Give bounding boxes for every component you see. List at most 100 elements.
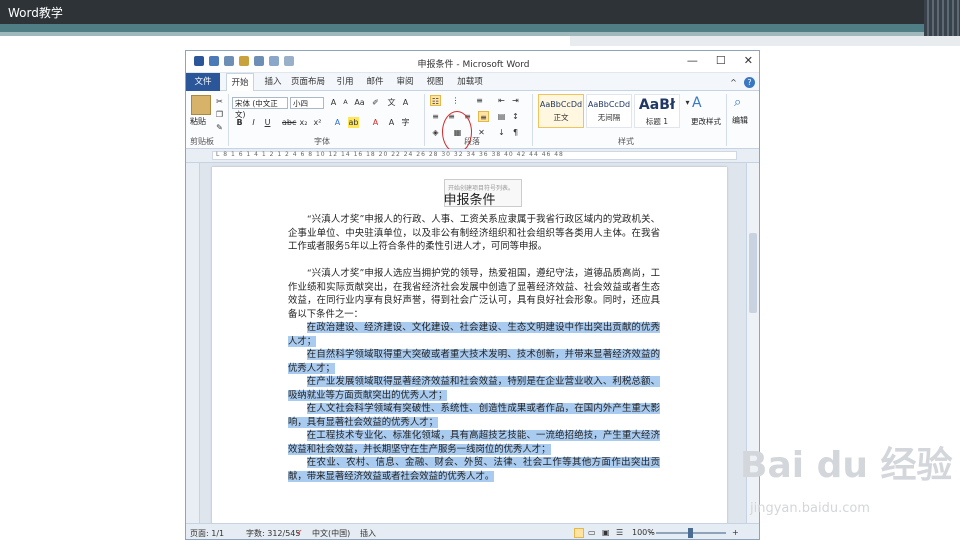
font-color-icon[interactable]: A xyxy=(370,117,381,128)
minimize-button[interactable]: — xyxy=(687,54,698,67)
watermark-brand: Bai du 经验 xyxy=(740,445,953,486)
paragraph-selected[interactable]: 在工程技术专业化、标准化领域，具有高超技艺技能、一流绝招绝技，产生重大经济效益和… xyxy=(288,429,660,456)
bullets-icon[interactable]: ☷ xyxy=(430,95,441,106)
ribbon-tabs: 文件 开始 插入 页面布局 引用 邮件 审阅 视图 加载项 ^ ? xyxy=(186,73,759,92)
window-controls: — ☐ ✕ xyxy=(687,54,753,67)
selected-text: 在自然科学领域取得重大突破或者重大技术发明、技术创新，并带来显著经济效益的优秀人… xyxy=(288,349,660,374)
minimize-ribbon-icon[interactable]: ^ xyxy=(728,77,739,88)
bold-icon[interactable]: B xyxy=(234,117,245,128)
format-painter-icon[interactable]: ✎ xyxy=(214,122,225,133)
distributed-icon[interactable]: ▤ xyxy=(496,111,507,122)
tab-references[interactable]: 引用 xyxy=(332,73,358,91)
word-count[interactable]: 字数: 312/545 xyxy=(246,528,300,539)
insert-mode[interactable]: 插入 xyxy=(360,528,376,539)
paragraph-selected[interactable]: 在人文社会科学领域有突破性、系统性、创造性成果或者作品，在国内外产生重大影响，具… xyxy=(288,402,660,429)
char-border-icon[interactable]: A xyxy=(400,97,411,108)
decrease-indent-icon[interactable]: ⇤ xyxy=(496,95,507,106)
tab-review[interactable]: 审阅 xyxy=(392,73,418,91)
font-name-combo[interactable]: 宋体 (中文正文) xyxy=(232,97,288,119)
tab-file[interactable]: 文件 xyxy=(186,73,220,91)
paragraph-selected[interactable]: 在自然科学领域取得重大突破或者重大技术发明、技术创新，并带来显著经济效益的优秀人… xyxy=(288,348,660,375)
zoom-out-icon[interactable]: − xyxy=(648,528,655,537)
line-spacing-icon[interactable]: ↕ xyxy=(510,111,521,122)
paragraph-text: “兴滇人才奖”申报人的行政、人事、工资关系应隶属于我省行政区域内的党政机关、企事… xyxy=(288,214,660,253)
multilevel-list-icon[interactable]: ≡ xyxy=(474,95,485,106)
style-heading-1[interactable]: AaBł 标题 1 xyxy=(634,94,680,128)
tab-addins[interactable]: 加载项 xyxy=(452,73,488,91)
sort-icon[interactable]: ↓ xyxy=(496,127,507,138)
paragraph-selected[interactable]: 在农业、农村、信息、金融、财会、外贸、法律、社会工作等其他方面作出突出贡献，带来… xyxy=(288,456,660,483)
highlight-icon[interactable]: ab xyxy=(348,117,359,128)
char-shading-icon[interactable]: A xyxy=(386,117,397,128)
style-name: 正文 xyxy=(553,113,569,122)
zoom-in-icon[interactable]: + xyxy=(732,528,739,537)
grow-font-icon[interactable]: A xyxy=(328,97,339,108)
vertical-ruler[interactable] xyxy=(186,163,200,523)
show-marks-icon[interactable]: ¶ xyxy=(510,127,521,138)
cut-icon[interactable]: ✂ xyxy=(214,96,225,107)
editing-button[interactable]: 编辑 xyxy=(732,115,748,126)
change-case-icon[interactable]: Aa xyxy=(354,97,365,108)
full-screen-reading-icon[interactable]: ▭ xyxy=(588,528,596,537)
change-styles-icon[interactable]: A xyxy=(692,95,702,111)
increase-indent-icon[interactable]: ⇥ xyxy=(510,95,521,106)
enclose-char-icon[interactable]: 字 xyxy=(400,117,411,128)
tab-insert[interactable]: 插入 xyxy=(258,73,288,91)
style-name: 无间隔 xyxy=(597,113,621,122)
clear-format-icon[interactable]: ✐ xyxy=(370,97,381,108)
subscript-icon[interactable]: x₂ xyxy=(298,117,309,128)
paragraph-selected[interactable]: 在产业发展领域取得显著经济效益和社会效益，特别是在企业营业收入、利税总额、吸纳就… xyxy=(288,375,660,402)
superscript-icon[interactable]: x² xyxy=(312,117,323,128)
editing-icon[interactable]: ⌕ xyxy=(734,95,741,110)
language[interactable]: 中文(中国) xyxy=(312,528,350,539)
tab-home[interactable]: 开始 xyxy=(226,73,254,92)
italic-icon[interactable]: I xyxy=(248,117,259,128)
phonetic-guide-icon[interactable]: 文 xyxy=(386,97,397,108)
paste-button[interactable]: 粘贴 xyxy=(190,116,206,127)
underline-icon[interactable]: U xyxy=(262,117,273,128)
document-title: 申报条件 xyxy=(443,193,496,208)
strikethrough-icon[interactable]: abc xyxy=(282,117,296,128)
outline-icon[interactable]: ☰ xyxy=(616,528,623,537)
help-icon[interactable]: ? xyxy=(744,77,755,88)
styles-group-label: 样式 xyxy=(618,137,634,146)
separator xyxy=(532,94,533,146)
document-page[interactable]: 开始创建项目符号列表。 申报条件 “兴滇人才奖”申报人的行政、人事、工资关系应隶… xyxy=(212,167,727,539)
change-styles-button[interactable]: 更改样式 xyxy=(691,116,721,127)
tab-mailings[interactable]: 邮件 xyxy=(362,73,388,91)
slide-title: Word教学 xyxy=(8,6,63,20)
print-layout-icon[interactable] xyxy=(574,528,584,538)
page-count[interactable]: 页面: 1/1 xyxy=(190,528,224,539)
selected-text: 在农业、农村、信息、金融、财会、外贸、法律、社会工作等其他方面作出突出贡献，带来… xyxy=(288,457,660,482)
paragraph-selected[interactable]: 在政治建设、经济建设、文化建设、社会建设、生态文明建设中作出突出贡献的优秀人才； xyxy=(288,321,660,348)
copy-icon[interactable]: ❐ xyxy=(214,109,225,120)
zoom-slider-thumb[interactable] xyxy=(688,528,693,538)
selected-text: 在人文社会科学领域有突破性、系统性、创造性成果或者作品，在国内外产生重大影响，具… xyxy=(288,403,660,428)
numbering-icon[interactable]: ⋮ xyxy=(450,95,461,106)
tab-view[interactable]: 视图 xyxy=(422,73,448,91)
paste-icon[interactable] xyxy=(191,95,211,115)
style-no-spacing[interactable]: AaBbCcDd 无间隔 xyxy=(586,94,632,128)
paragraph[interactable]: “兴滇人才奖”申报人的行政、人事、工资关系应隶属于我省行政区域内的党政机关、企事… xyxy=(288,213,660,254)
word-window: 申报条件 - Microsoft Word — ☐ ✕ 文件 开始 插入 页面布… xyxy=(185,50,760,540)
text-effects-icon[interactable]: A xyxy=(332,117,343,128)
style-normal[interactable]: AaBbCcDd 正文 xyxy=(538,94,584,128)
annotation-circle xyxy=(442,111,472,153)
tab-page-layout[interactable]: 页面布局 xyxy=(290,73,326,91)
align-left-icon[interactable]: ≡ xyxy=(430,111,441,122)
proofing-icon[interactable]: ✓ xyxy=(296,528,303,537)
maximize-button[interactable]: ☐ xyxy=(716,54,726,67)
web-layout-icon[interactable]: ▣ xyxy=(602,528,610,537)
watermark-url: jingyan.baidu.com xyxy=(750,501,870,516)
close-button[interactable]: ✕ xyxy=(744,54,753,67)
shrink-font-icon[interactable]: A xyxy=(340,97,351,108)
horizontal-ruler[interactable]: L 8 1 6 1 4 1 2 1 2 4 6 8 10 12 14 16 18… xyxy=(186,149,759,163)
shading-icon[interactable]: ◈ xyxy=(430,127,441,138)
justify-icon[interactable]: ≡ xyxy=(478,111,489,122)
style-sample: AaBbCcDd xyxy=(587,100,631,109)
baidu-watermark: Bai du 经验 jingyan.baidu.com xyxy=(740,436,960,536)
scrollbar-thumb[interactable] xyxy=(749,233,757,313)
font-size-combo[interactable]: 小四 xyxy=(290,97,324,109)
paragraph[interactable]: “兴滇人才奖”申报人选应当拥护党的领导，热爱祖国，遵纪守法，道德品质高尚，工作业… xyxy=(288,267,660,321)
ruler-marks: L 8 1 6 1 4 1 2 1 2 4 6 8 10 12 14 16 18… xyxy=(216,151,564,158)
